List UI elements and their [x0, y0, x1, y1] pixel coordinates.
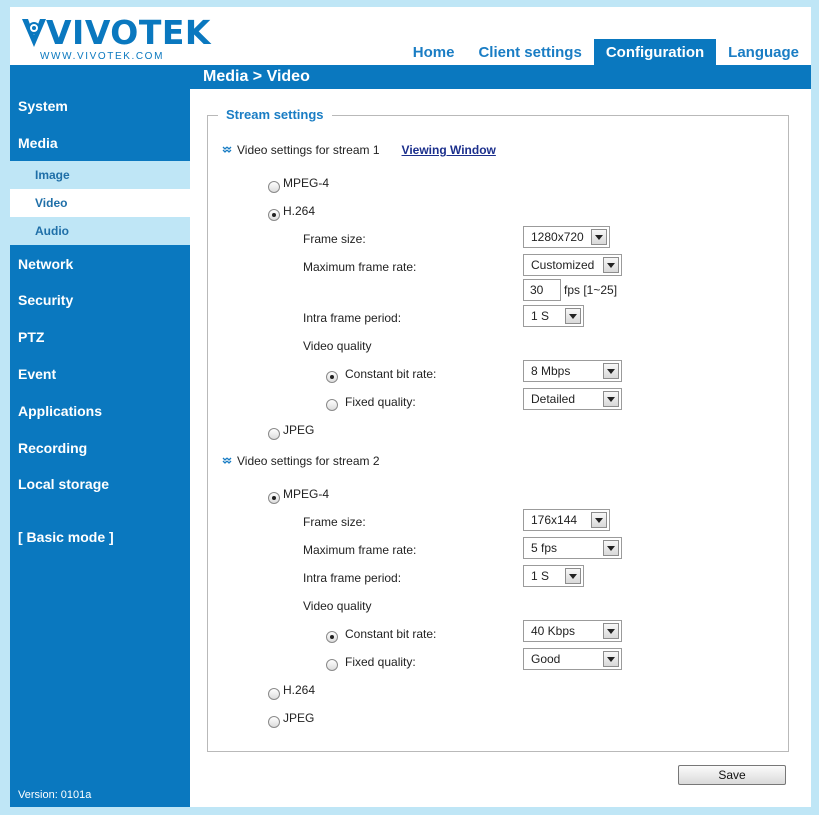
stream1-cbr-value: 8 Mbps	[531, 364, 571, 378]
stream1-fixed-radio[interactable]	[326, 399, 338, 411]
stream2-h264-label: H.264	[283, 683, 316, 697]
brand-name: VIVOTEK	[46, 13, 211, 52]
stream1-h264-radio[interactable]	[268, 209, 280, 221]
stream2-cbr-radio[interactable]	[326, 631, 338, 643]
sidebar-item-ptz[interactable]: PTZ	[10, 323, 190, 351]
stream1-fixed-label: Fixed quality:	[345, 395, 416, 409]
stream1-intra-select[interactable]: 1 S	[523, 305, 584, 327]
stream1-fps-input[interactable]: 30	[523, 279, 561, 301]
sidebar-item-applications[interactable]: Applications	[10, 397, 190, 425]
dropdown-arrow-icon	[603, 257, 619, 273]
dropdown-arrow-icon	[565, 308, 581, 324]
stream2-cbr-value: 40 Kbps	[531, 624, 576, 638]
sidebar-item-image[interactable]: Image	[10, 161, 190, 189]
stream1-jpeg-radio[interactable]	[268, 428, 280, 440]
stream2-max-frame-rate-select[interactable]: 5 fps	[523, 537, 622, 559]
dropdown-arrow-icon	[591, 512, 607, 528]
dropdown-arrow-icon	[603, 540, 619, 556]
stream2-video-quality-label: Video quality	[303, 599, 372, 613]
tab-configuration[interactable]: Configuration	[593, 39, 717, 65]
stream2-cbr-label: Constant bit rate:	[345, 627, 437, 641]
dropdown-arrow-icon	[565, 568, 581, 584]
dropdown-arrow-icon	[603, 623, 619, 639]
sidebar-item-network[interactable]: Network	[10, 250, 190, 278]
stream2-frame-size-value: 176x144	[531, 513, 578, 527]
stream2-mpeg4-label: MPEG-4	[283, 487, 330, 501]
stream2-intra-label: Intra frame period:	[303, 571, 402, 585]
stream1-mpeg4-label: MPEG-4	[283, 176, 330, 190]
stream1-frame-size-label: Frame size:	[303, 232, 366, 246]
tab-language[interactable]: Language	[716, 39, 811, 65]
brand-url: WWW.VIVOTEK.COM	[40, 51, 164, 62]
stream1-max-frame-rate-value: Customized	[531, 258, 595, 272]
tab-home[interactable]: Home	[401, 39, 467, 65]
sidebar-item-basic-mode[interactable]: [ Basic mode ]	[10, 523, 190, 551]
stream2-fixed-radio[interactable]	[326, 659, 338, 671]
dropdown-arrow-icon	[591, 229, 607, 245]
tab-client-settings[interactable]: Client settings	[466, 39, 593, 65]
breadcrumb: Media > Video	[203, 68, 310, 85]
sidebar-item-video[interactable]: Video	[10, 189, 190, 217]
stream1-jpeg-label: JPEG	[283, 423, 315, 437]
stream1-mpeg4-radio[interactable]	[268, 181, 280, 193]
double-chevron-down-icon	[222, 146, 232, 153]
dropdown-arrow-icon	[603, 363, 619, 379]
stream2-fixed-label: Fixed quality:	[345, 655, 416, 669]
stream1-cbr-label: Constant bit rate:	[345, 367, 437, 381]
sidebar-item-system[interactable]: System	[10, 92, 190, 120]
stream2-max-frame-rate-value: 5 fps	[531, 541, 558, 555]
stream2-fixed-select[interactable]: Good	[523, 648, 622, 670]
stream1-fixed-select[interactable]: Detailed	[523, 388, 622, 410]
stream1-intra-label: Intra frame period:	[303, 311, 402, 325]
stream1-frame-size-value: 1280x720	[531, 230, 584, 244]
stream2-cbr-select[interactable]: 40 Kbps	[523, 620, 622, 642]
double-chevron-down-icon	[222, 457, 232, 464]
stream2-frame-size-select[interactable]: 176x144	[523, 509, 610, 531]
stream-settings-legend: Stream settings	[218, 107, 332, 122]
dropdown-arrow-icon	[603, 391, 619, 407]
version-label: Version: 0101a	[18, 789, 92, 801]
viewing-window-link[interactable]: Viewing Window	[402, 143, 496, 157]
stream2-intra-select[interactable]: 1 S	[523, 565, 584, 587]
stream1-video-quality-label: Video quality	[303, 339, 372, 353]
stream1-frame-size-select[interactable]: 1280x720	[523, 226, 610, 248]
stream2-title: Video settings for stream 2	[237, 454, 380, 468]
top-navigation: Home Client settings Configuration Langu…	[401, 39, 811, 65]
sidebar-item-media[interactable]: Media	[10, 129, 190, 157]
sidebar: System Media Image Video Audio Network S…	[10, 89, 190, 807]
stream1-cbr-radio[interactable]	[326, 371, 338, 383]
stream2-mpeg4-radio[interactable]	[268, 492, 280, 504]
stream1-cbr-select[interactable]: 8 Mbps	[523, 360, 622, 382]
stream1-max-frame-rate-label: Maximum frame rate:	[303, 260, 417, 274]
stream1-fps-hint: fps [1~25]	[564, 283, 618, 297]
stream1-intra-value: 1 S	[531, 309, 550, 323]
stream2-header: Video settings for stream 2	[222, 454, 380, 468]
stream2-fixed-value: Good	[531, 652, 561, 666]
sidebar-item-event[interactable]: Event	[10, 360, 190, 388]
sidebar-item-audio[interactable]: Audio	[10, 217, 190, 245]
stream1-h264-label: H.264	[283, 204, 316, 218]
stream2-h264-radio[interactable]	[268, 688, 280, 700]
stream2-frame-size-label: Frame size:	[303, 515, 366, 529]
stream1-header: Video settings for stream 1 Viewing Wind…	[222, 143, 496, 157]
title-bar: Media > Video	[10, 65, 811, 89]
stream2-jpeg-radio[interactable]	[268, 716, 280, 728]
stream2-max-frame-rate-label: Maximum frame rate:	[303, 543, 417, 557]
dropdown-arrow-icon	[603, 651, 619, 667]
sidebar-item-recording[interactable]: Recording	[10, 434, 190, 462]
sidebar-item-local-storage[interactable]: Local storage	[10, 470, 190, 498]
stream1-title: Video settings for stream 1	[237, 143, 380, 157]
stream2-jpeg-label: JPEG	[283, 711, 315, 725]
stream2-intra-value: 1 S	[531, 569, 550, 583]
sidebar-item-security[interactable]: Security	[10, 286, 190, 314]
stream1-fixed-value: Detailed	[531, 392, 576, 406]
save-button[interactable]: Save	[678, 765, 786, 785]
stream1-max-frame-rate-select[interactable]: Customized	[523, 254, 622, 276]
page-frame: VIVOTEK WWW.VIVOTEK.COM Home Client sett…	[10, 7, 811, 807]
vivotek-logo: VIVOTEK WWW.VIVOTEK.COM	[20, 13, 210, 65]
